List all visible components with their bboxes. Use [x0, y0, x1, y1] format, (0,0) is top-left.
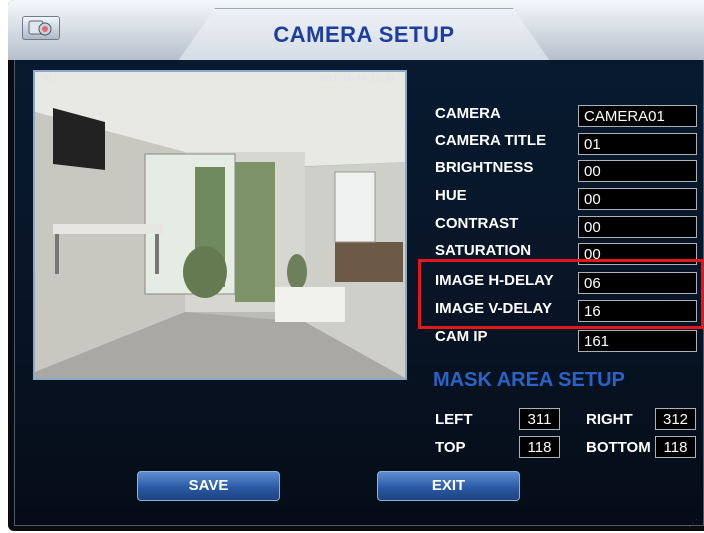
mask-area-heading: MASK AREA SETUP [433, 369, 625, 391]
exit-button[interactable]: EXIT [377, 471, 520, 501]
mask-bottom-field[interactable]: 118 [655, 436, 696, 458]
mask-left-field[interactable]: 311 [519, 408, 560, 430]
camera-logo-icon [22, 16, 60, 40]
camera-title-field[interactable]: 01 [578, 133, 697, 155]
contrast-field[interactable]: 00 [578, 216, 697, 238]
page-title: CAMERA SETUP [273, 22, 455, 47]
save-button[interactable]: SAVE [137, 471, 280, 501]
saturation-label: SATURATION [435, 242, 532, 259]
mask-right-label: RIGHT [586, 411, 633, 428]
camera-label: CAMERA [435, 105, 501, 122]
video-timestamp: 2013-10-10 10:00 [317, 74, 395, 83]
video-channel-label: 01 [43, 74, 54, 84]
camera-title-label: CAMERA TITLE [435, 132, 547, 149]
mask-right-field[interactable]: 312 [655, 408, 696, 430]
mask-bottom-label: BOTTOM [586, 439, 651, 456]
mask-top-label: TOP [435, 439, 466, 456]
mask-left-label: LEFT [435, 411, 473, 428]
camera-field[interactable]: CAMERA01 [578, 105, 697, 127]
mask-top-field[interactable]: 118 [519, 436, 560, 458]
hue-field[interactable]: 00 [578, 188, 697, 210]
highlight-box [418, 259, 704, 329]
hue-label: HUE [435, 187, 467, 204]
brightness-label: BRIGHTNESS [435, 159, 534, 176]
resize-grip-icon[interactable]: ⋰ [688, 518, 698, 529]
cam-ip-field[interactable]: 161 [578, 330, 697, 352]
brightness-field[interactable]: 00 [578, 160, 697, 182]
contrast-label: CONTRAST [435, 215, 519, 232]
cam-ip-label: CAM IP [435, 328, 488, 345]
camera-preview-image [35, 72, 405, 378]
camera-preview: 01 2013-10-10 10:00 [33, 70, 407, 380]
